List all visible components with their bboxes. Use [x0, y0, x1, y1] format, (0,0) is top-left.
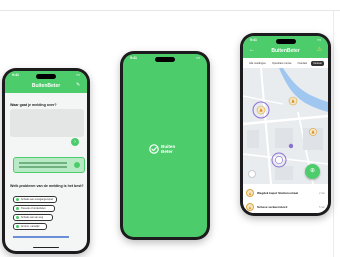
option-1[interactable]: Schade aan voetgangerspad [13, 196, 57, 203]
option-label: Anders, namelijk [21, 225, 40, 228]
option-label: Tweede of onderdelen [21, 207, 46, 210]
splash-screen: 9:41 ▪▪▪ Buiten Beter [123, 54, 207, 237]
chip-all[interactable]: Alle meldingen [247, 61, 268, 66]
dynamic-island [36, 74, 56, 79]
top-divider [0, 10, 340, 11]
chip-traffic[interactable]: Verkeer [311, 60, 325, 66]
app-title: BuitenBeter [271, 48, 300, 54]
locate-me-button[interactable] [248, 170, 256, 178]
check-icon [74, 162, 80, 168]
status-time: 9:41 [250, 38, 258, 42]
problem-question-label: Welk probleem van de melding is het best… [10, 184, 84, 188]
description-textarea[interactable] [10, 109, 84, 137]
question-label: Waar gaat je melding over? [10, 103, 57, 107]
option-dot-icon [16, 198, 19, 201]
option-2[interactable]: Tweede of onderdelen [13, 205, 55, 212]
list-item-meta: 2 min [319, 191, 325, 195]
warning-icon[interactable]: ⚠ [317, 47, 322, 53]
map-screen: 9:41 ▪▪▪ ← BuitenBeter ⚠ Alle meldingen … [243, 36, 328, 213]
list-item-meta: 5 min [319, 205, 325, 209]
option-dot-icon [16, 225, 19, 228]
phone-splash: 9:41 ▪▪▪ Buiten Beter [120, 51, 210, 240]
status-time: 9:41 [12, 73, 20, 77]
list-item[interactable]: Scheve verkeersbord 5 min [246, 200, 325, 213]
list-item-title: Wegdek kapot Stationsstraat [257, 191, 299, 195]
list-item[interactable]: Wegdek kapot Stationsstraat 2 min [246, 186, 325, 200]
option-dot-icon [16, 207, 19, 210]
phone-feedback-form: 9:41 ▪▪▪ BuitenBeter ✎ Waar gaat je meld… [2, 68, 90, 254]
showcase-stage: 9:41 ▪▪▪ BuitenBeter ✎ Waar gaat je meld… [0, 0, 340, 257]
option-4[interactable]: Anders, namelijk [13, 223, 47, 230]
dynamic-island [275, 39, 296, 44]
brand-wordmark: Buiten Beter [161, 144, 175, 154]
app-title: BuitenBeter [31, 83, 61, 89]
list-item-title: Scheve verkeersbord [257, 205, 288, 209]
option-label: Schade aan voetgangerspad [21, 198, 53, 201]
feedback-screen: 9:41 ▪▪▪ BuitenBeter ✎ Waar gaat je meld… [5, 71, 87, 251]
option-dot-icon [16, 216, 19, 219]
brand-logo: Buiten Beter [149, 142, 189, 156]
report-list: Wegdek kapot Stationsstraat 2 min Scheve… [243, 184, 328, 213]
signal-icon: ▪▪▪ [196, 56, 200, 60]
home-indicator [33, 246, 59, 248]
add-report-button[interactable]: ⊕ [305, 164, 320, 179]
logo-mark-icon [149, 144, 159, 154]
edit-icon[interactable]: ✎ [76, 83, 81, 88]
selected-category-card[interactable] [13, 157, 85, 173]
filter-chips: Alle meldingen Openbare ruimte Overlast … [243, 58, 328, 68]
signal-icon: ▪▪▪ [317, 38, 321, 42]
option-label: Schade aan de weg [21, 216, 44, 219]
warning-icon [246, 203, 254, 211]
chip-nuisance[interactable]: Overlast [295, 61, 309, 66]
dynamic-island [155, 57, 175, 62]
brand-line-2: Beter [161, 149, 173, 154]
option-3[interactable]: Schade aan de weg [13, 214, 53, 221]
more-info-link[interactable] [13, 236, 69, 238]
warning-icon [246, 189, 254, 197]
phone-map: 9:41 ▪▪▪ ← BuitenBeter ⚠ Alle meldingen … [240, 33, 331, 216]
card-text-lines [19, 162, 67, 164]
status-time: 9:41 [130, 56, 138, 60]
right-divider [333, 10, 334, 257]
signal-icon: ▪▪▪ [76, 73, 80, 77]
chip-public-space[interactable]: Openbare ruimte [270, 61, 293, 66]
next-button[interactable]: › [71, 138, 79, 146]
